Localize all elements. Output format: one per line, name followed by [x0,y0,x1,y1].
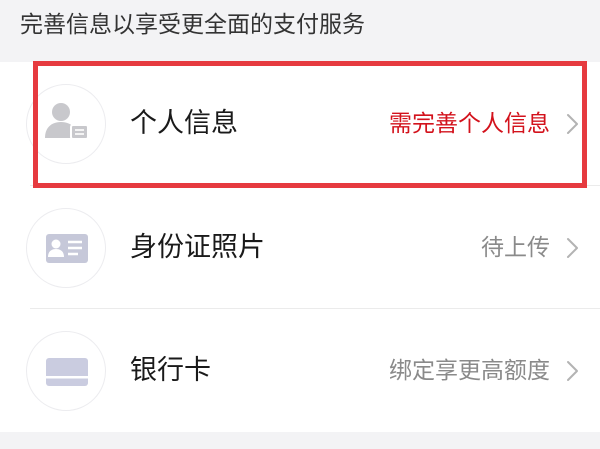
list-item-bank-card[interactable]: 银行卡 绑定享更高额度 [0,309,600,432]
page-footer-gap [0,432,600,449]
list-item-label: 银行卡 [130,354,211,386]
bank-card-icon [26,330,106,411]
list-item-personal-info[interactable]: 个人信息 需完善个人信息 [0,62,600,186]
person-card-icon [26,84,106,164]
chevron-stroke [567,360,578,381]
list-item-label: 个人信息 [130,108,238,139]
info-list: 个人信息 需完善个人信息 身份证照片 待上传 银行卡 绑定享更高额度 [0,62,600,432]
person-card-icon-graphic [45,103,89,140]
header-hint-text: 完善信息以享受更全面的支付服务 [20,12,365,38]
chevron-right-icon [567,114,578,134]
list-item-status: 需完善个人信息 [389,111,550,137]
page: { "header": { "text": "完善信息以享受更全面的支付服务" … [0,0,600,449]
list-item-status: 待上传 [481,234,550,261]
id-card-icon [26,207,106,288]
person-head [52,103,70,121]
page-header: 完善信息以享受更全面的支付服务 [0,0,600,62]
chevron-right-icon [567,360,578,381]
list-item-id-photo[interactable]: 身份证照片 待上传 [0,186,600,309]
list-item-status: 绑定享更高额度 [389,357,550,384]
chevron-stroke [567,114,578,134]
list-item-label: 身份证照片 [130,231,265,263]
mini-card [70,124,89,140]
bank-card-body [46,357,88,386]
chevron-right-icon [567,237,578,258]
bank-card-stripe [46,375,88,378]
id-card-photo-head [51,239,61,248]
bank-card-icon-graphic [46,357,88,386]
id-card-icon-graphic [46,233,88,263]
chevron-stroke [567,237,578,258]
